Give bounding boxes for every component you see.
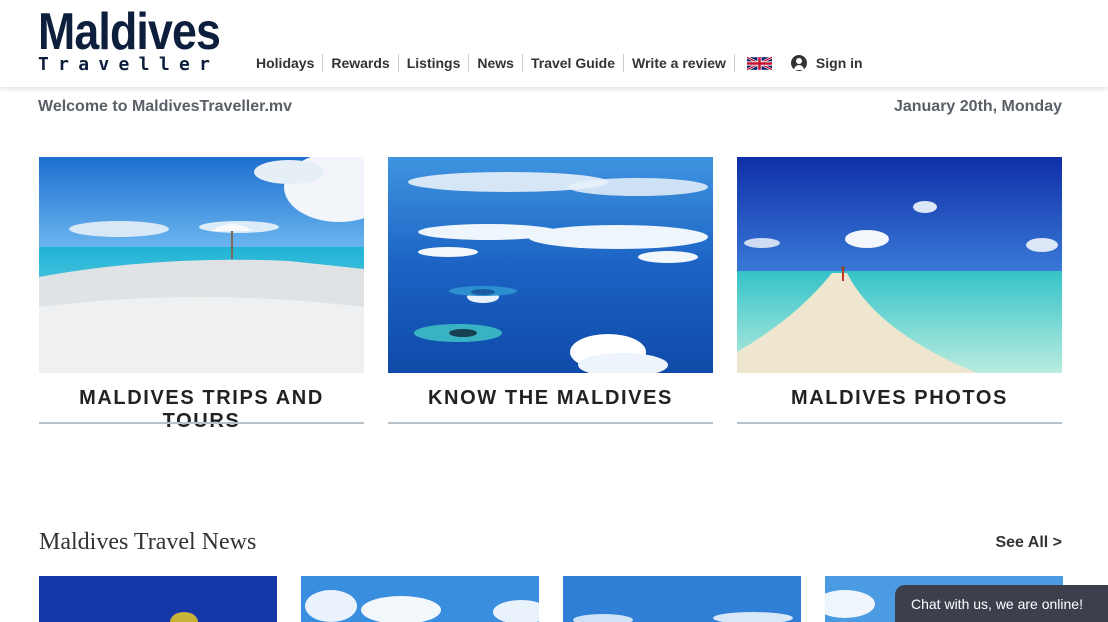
nav-news[interactable]: News xyxy=(469,54,523,72)
user-circle-icon xyxy=(790,55,807,71)
news-thumbnail[interactable] xyxy=(301,576,539,622)
nav-holidays[interactable]: Holidays xyxy=(248,54,324,72)
card-image-sandbank xyxy=(39,157,364,373)
card-image-atolls xyxy=(388,157,713,373)
welcome-text: Welcome to MaldivesTraveller.mv xyxy=(38,98,293,115)
nav-rewards[interactable]: Rewards xyxy=(323,54,399,72)
card-title: KNOW THE MALDIVES xyxy=(428,387,673,409)
card-image-sandbar xyxy=(737,157,1062,373)
nav-travel-guide[interactable]: Travel Guide xyxy=(523,54,625,72)
card-divider xyxy=(737,422,1062,424)
main-nav: Holidays Rewards Listings News Travel Gu… xyxy=(248,53,863,73)
signin-label: Sign in xyxy=(815,55,863,71)
logo-main-text: Maldives xyxy=(38,3,221,61)
site-logo[interactable]: Maldives Traveller xyxy=(38,3,228,74)
card-maldives-photos[interactable]: MALDIVES PHOTOS xyxy=(737,157,1062,425)
nav-listings[interactable]: Listings xyxy=(399,54,470,72)
card-trips-and-tours[interactable]: MALDIVES TRIPS AND TOURS xyxy=(39,157,364,432)
card-divider xyxy=(388,422,713,424)
see-all-link[interactable]: See All > xyxy=(995,534,1062,552)
news-thumbnail[interactable] xyxy=(39,576,277,622)
signin-link[interactable]: Sign in xyxy=(790,55,863,71)
nav-write-review[interactable]: Write a review xyxy=(624,54,735,72)
news-section-heading: Maldives Travel News xyxy=(39,529,257,555)
card-know-the-maldives[interactable]: KNOW THE MALDIVES xyxy=(388,157,713,425)
live-chat-button[interactable]: Chat with us, we are online! xyxy=(895,585,1108,622)
card-title: MALDIVES TRIPS AND TOURS xyxy=(79,387,324,432)
news-thumbnail[interactable] xyxy=(563,576,801,622)
site-header: Maldives Traveller Holidays Rewards List… xyxy=(0,0,1108,87)
card-divider xyxy=(39,422,364,424)
uk-flag-icon[interactable] xyxy=(746,55,773,71)
card-title: MALDIVES PHOTOS xyxy=(791,387,1008,409)
current-date: January 20th, Monday xyxy=(893,98,1062,115)
